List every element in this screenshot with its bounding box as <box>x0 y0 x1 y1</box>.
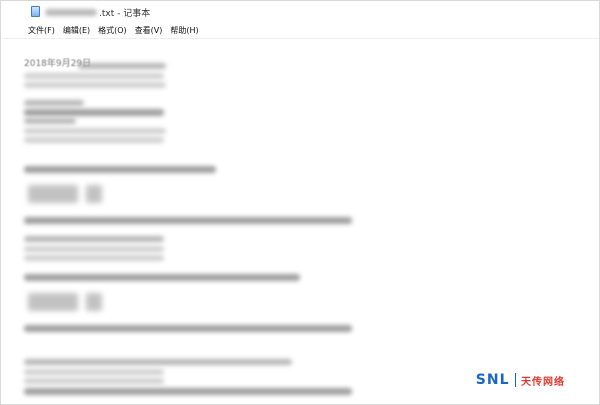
watermark-logo: SNL <box>475 372 510 388</box>
window-title: .txt - 记事本 <box>99 8 151 19</box>
blurred-line <box>24 236 164 242</box>
menu-edit[interactable]: 编辑(E) <box>63 25 90 36</box>
blurred-line <box>24 109 164 116</box>
blurred-line <box>24 137 164 143</box>
title-bar: .txt - 记事本 <box>1 1 599 23</box>
blurred-line <box>24 73 164 79</box>
blurred-line <box>24 378 164 384</box>
watermark: SNL 天传网络 <box>476 372 565 388</box>
blurred-line <box>24 118 76 124</box>
menu-help[interactable]: 帮助(H) <box>170 25 198 36</box>
blurred-line <box>24 369 164 375</box>
blurred-line <box>24 217 352 224</box>
blurred-line <box>24 100 84 106</box>
blurred-image <box>28 293 78 311</box>
blurred-image <box>86 293 102 311</box>
blurred-line <box>78 63 166 69</box>
blurred-image <box>28 185 78 203</box>
blurred-line <box>24 246 164 252</box>
blurred-line <box>24 255 164 261</box>
menu-bar: 文件(F) 编辑(E) 格式(O) 查看(V) 帮助(H) <box>1 23 599 37</box>
watermark-name: 天传网络 <box>521 376 565 388</box>
text-editor-area[interactable]: 2018年9月29日 <box>2 38 599 405</box>
blurred-line <box>24 274 300 281</box>
watermark-divider <box>514 373 516 387</box>
notepad-icon <box>31 6 40 17</box>
blurred-line <box>24 325 352 332</box>
blurred-line <box>24 128 166 134</box>
notepad-window: .txt - 记事本 文件(F) 编辑(E) 格式(O) 查看(V) 帮助(H)… <box>0 0 600 405</box>
blurred-line <box>24 82 166 88</box>
blurred-filename <box>45 8 97 16</box>
menu-file[interactable]: 文件(F) <box>28 25 55 36</box>
blurred-image <box>86 185 102 203</box>
menu-view[interactable]: 查看(V) <box>135 25 163 36</box>
blurred-line <box>24 359 292 365</box>
blurred-line <box>24 388 352 395</box>
menu-format[interactable]: 格式(O) <box>98 25 127 36</box>
blurred-line <box>24 166 216 173</box>
